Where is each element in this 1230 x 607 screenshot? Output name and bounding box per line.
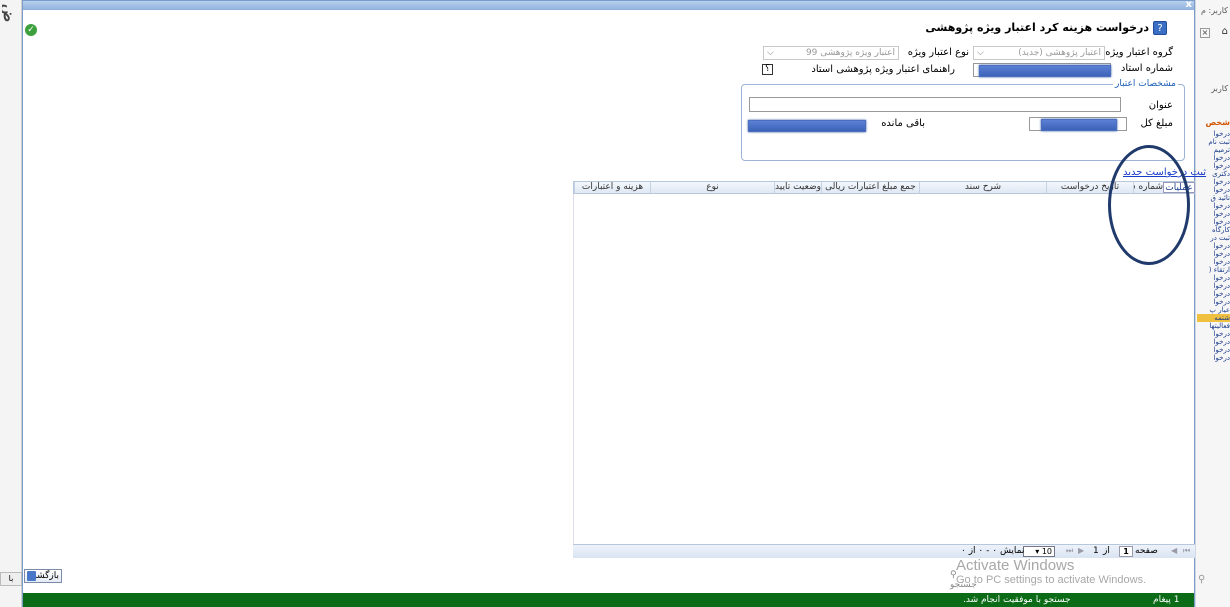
- page-number-input[interactable]: 1: [1119, 546, 1133, 557]
- annotation-circle: [1108, 145, 1190, 265]
- sidebar-menu-item[interactable]: درخوا: [1197, 130, 1230, 138]
- grid-pager: ⏮ ◀ صفحه 1 از 1 ▶ ⏭ 10 ▾ نمایش ۰ - ۰ از …: [573, 544, 1195, 558]
- sidebar-menu-item[interactable]: شتمه: [1197, 314, 1230, 322]
- sidebar-menu-item[interactable]: درخوا: [1197, 346, 1230, 354]
- sidebar-menu-item[interactable]: درخوا: [1197, 338, 1230, 346]
- background-back-button[interactable]: با: [0, 572, 22, 586]
- sidebar-menu-item[interactable]: کارگاه: [1197, 226, 1230, 234]
- column-header-type[interactable]: نوع: [650, 182, 774, 193]
- sidebar-menu-item[interactable]: ترمیم: [1197, 146, 1230, 154]
- sidebar-menu-item[interactable]: فعالیتها: [1197, 322, 1230, 330]
- background-user-label-2: کاربر: [1211, 84, 1228, 93]
- first-page-icon[interactable]: ⏮: [1183, 546, 1190, 556]
- status-bar: جستجو با موفقیت انجام شد. 1 پیغام: [23, 593, 1194, 607]
- binoculars-icon[interactable]: ⚲: [1198, 574, 1205, 585]
- credit-type-select[interactable]: اعتبار ویژه پژوهشی 99 ⌵: [763, 46, 899, 60]
- page-size-select[interactable]: 10 ▾: [1023, 546, 1055, 557]
- redacted-field-mask: [979, 65, 1111, 77]
- watermark-line-1: Activate Windows: [956, 557, 1075, 574]
- chevron-down-icon: ⌵: [767, 48, 774, 58]
- total-amount-label: مبلغ کل: [1140, 118, 1173, 129]
- home-icon[interactable]: ⌂: [1222, 26, 1228, 37]
- last-page-icon[interactable]: ⏭: [1066, 546, 1073, 556]
- sidebar-menu-item[interactable]: تائید ق: [1197, 194, 1230, 202]
- guide-help-button[interactable]: ؟: [762, 64, 773, 75]
- column-header-costs-credits[interactable]: هزینه و اعتبارات: [574, 182, 650, 193]
- sidebar-menu-item[interactable]: درخوا: [1197, 154, 1230, 162]
- modal-window: x ✓ ? درخواست هزینه کرد اعتبار ویژه پژوه…: [22, 0, 1206, 607]
- previous-page-icon[interactable]: ◀: [1171, 546, 1177, 555]
- sidebar-menu-item[interactable]: درخوا: [1197, 186, 1230, 194]
- title-field[interactable]: [749, 97, 1121, 112]
- sidebar-menu-item[interactable]: درخوا: [1197, 298, 1230, 306]
- credit-group-label: گروه اعتبار ویژه: [1105, 47, 1173, 58]
- display-range: نمایش ۰ - ۰ از ۰: [961, 546, 1025, 556]
- sidebar-menu-item[interactable]: درخوا: [1197, 242, 1230, 250]
- of-label: از: [1103, 546, 1110, 556]
- sidebar-menu-item[interactable]: ثبت در: [1197, 234, 1230, 242]
- sidebar-menu-item[interactable]: درخوا: [1197, 250, 1230, 258]
- background-left-panel: ض با: [0, 0, 22, 607]
- message-count[interactable]: 1 پیغام: [1153, 593, 1179, 607]
- column-header-rial-credits-sum[interactable]: جمع مبلغ اعتبارات ریالی: [821, 182, 919, 193]
- modal-close-button[interactable]: x: [1186, 0, 1192, 10]
- sidebar-menu-item[interactable]: درخوا: [1197, 274, 1230, 282]
- column-header-approval-status[interactable]: وضعیت تایید: [774, 182, 821, 193]
- total-pages: 1: [1093, 546, 1099, 556]
- grid-body: [573, 194, 1195, 544]
- credit-type-label: نوع اعتبار ویژه: [907, 47, 969, 58]
- close-icon[interactable]: ×: [1200, 28, 1210, 38]
- background-sidebar: کاربر: م ⌂ × کاربر شخص درخوا ثبت نام ترمیم…: [1195, 0, 1230, 607]
- guide-label: راهنمای اعتبار ویژه پژوهشی استاد: [811, 64, 955, 75]
- success-check-icon: ✓: [25, 24, 37, 36]
- sidebar-menu-item[interactable]: درخوا: [1197, 202, 1230, 210]
- watermark-line-2: Go to PC settings to activate Windows.: [956, 574, 1147, 586]
- sidebar-menu-item[interactable]: درخوا: [1197, 354, 1230, 362]
- remaining-label: باقی مانده: [881, 118, 925, 129]
- credit-specs-legend: مشخصات اعتبار: [1113, 79, 1178, 89]
- page-label: صفحه: [1135, 546, 1158, 556]
- modal-titlebar: x: [23, 0, 1194, 10]
- professor-number-label: شماره استاد: [1120, 63, 1173, 74]
- background-user-label: کاربر: م: [1201, 6, 1228, 15]
- back-button[interactable]: بازگشت: [24, 569, 62, 583]
- credit-group-select[interactable]: اعتبار پژوهشی (جدید) ⌵: [973, 46, 1105, 60]
- page-size-value: 10: [1041, 547, 1052, 556]
- credit-group-value: اعتبار پژوهشی (جدید): [1018, 48, 1101, 58]
- redacted-field-mask: [1041, 119, 1117, 131]
- sidebar-section-title: شخص: [1205, 118, 1230, 127]
- sidebar-menu-item[interactable]: درخوا: [1197, 210, 1230, 218]
- sidebar-menu-item[interactable]: درخوا: [1197, 282, 1230, 290]
- windows-activation-watermark: Activate Windows Go to PC settings to ac…: [956, 557, 1186, 586]
- next-page-icon[interactable]: ▶: [1078, 546, 1084, 555]
- sidebar-menu-item[interactable]: ثبت نام: [1197, 138, 1230, 146]
- sidebar-menu-item[interactable]: درخوا: [1197, 218, 1230, 226]
- app-logo: ض: [2, 4, 18, 23]
- sidebar-menu-item[interactable]: درخوا: [1197, 290, 1230, 298]
- sidebar-menu-item[interactable]: ارتقاء (: [1197, 266, 1230, 274]
- sidebar-menu-item[interactable]: عیار پ: [1197, 306, 1230, 314]
- grid-header: عملیات شماره سند تاریخ درخواست شرح سند ج…: [573, 181, 1195, 194]
- column-header-document-description[interactable]: شرح سند: [919, 182, 1046, 193]
- sidebar-menu: درخوا ثبت نام ترمیم درخوا درخوا دکتری درخوا درخ…: [1197, 130, 1230, 362]
- back-arrow-icon: [27, 571, 36, 581]
- sidebar-menu-item[interactable]: درخوا: [1197, 330, 1230, 338]
- status-message: جستجو با موفقیت انجام شد.: [963, 595, 1071, 605]
- sidebar-menu-item[interactable]: درخوا: [1197, 258, 1230, 266]
- title-label: عنوان: [1148, 100, 1173, 111]
- credit-type-value: اعتبار ویژه پژوهشی 99: [805, 48, 895, 58]
- redacted-remaining-mask: [748, 120, 866, 132]
- page-title: درخواست هزینه کرد اعتبار ویژه پژوهشی: [925, 21, 1149, 34]
- chevron-down-icon: ⌵: [977, 48, 984, 58]
- help-circle-icon[interactable]: ?: [1153, 21, 1167, 35]
- sidebar-menu-item[interactable]: درخوا: [1197, 178, 1230, 186]
